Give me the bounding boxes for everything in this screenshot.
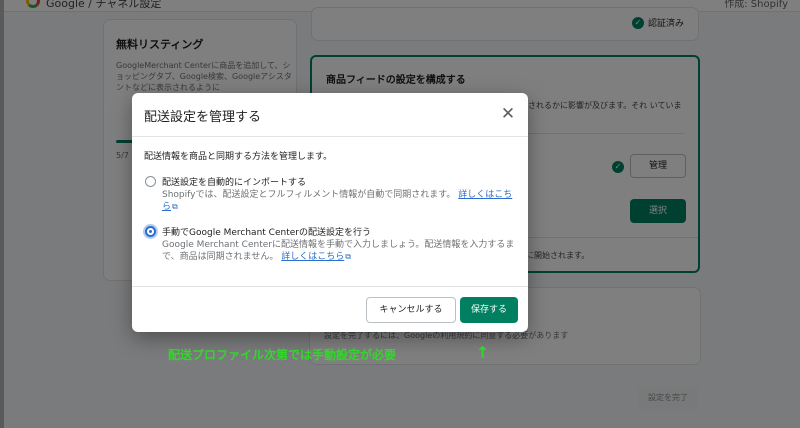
close-icon[interactable]: ✕ bbox=[498, 104, 518, 124]
external-link-icon: ⧉ bbox=[172, 202, 178, 211]
modal-intro: 配送情報を商品と同期する方法を管理します。 bbox=[144, 152, 333, 162]
learn-more-link[interactable]: 詳しくはこちら bbox=[281, 252, 344, 262]
save-button[interactable]: 保存する bbox=[460, 297, 518, 323]
option-auto-import-label[interactable]: 配送設定を自動的にインポートする bbox=[162, 175, 306, 188]
annotation-text: 配送プロファイル次第では手動設定が必要 bbox=[168, 348, 397, 362]
modal-title: 配送設定を管理する bbox=[144, 110, 262, 125]
radio-auto-import[interactable] bbox=[145, 176, 156, 187]
modal-footer: キャンセルする 保存する bbox=[132, 286, 528, 332]
option-manual-help: Google Merchant Centerに配送情報を手動で入力しましょう。配… bbox=[162, 239, 516, 263]
window-edge bbox=[0, 0, 4, 428]
annotation-arrow-icon: ↑ bbox=[476, 343, 490, 362]
radio-manual[interactable] bbox=[145, 226, 156, 237]
option-manual-label[interactable]: 手動でGoogle Merchant Centerの配送設定を行う bbox=[162, 225, 371, 238]
modal-header: 配送設定を管理する ✕ bbox=[132, 93, 528, 137]
shipping-settings-modal: 配送設定を管理する ✕ 配送情報を商品と同期する方法を管理します。 配送設定を自… bbox=[132, 93, 528, 332]
external-link-icon: ⧉ bbox=[345, 252, 351, 261]
cancel-button[interactable]: キャンセルする bbox=[366, 297, 456, 323]
option-auto-import-help: Shopifyでは、配送設定とフルフィルメント情報が自動で同期されます。 詳しく… bbox=[162, 189, 516, 213]
option-auto-import-help-text: Shopifyでは、配送設定とフルフィルメント情報が自動で同期されます。 bbox=[162, 190, 456, 200]
modal-body: 配送情報を商品と同期する方法を管理します。 配送設定を自動的にインポートする S… bbox=[132, 137, 528, 286]
